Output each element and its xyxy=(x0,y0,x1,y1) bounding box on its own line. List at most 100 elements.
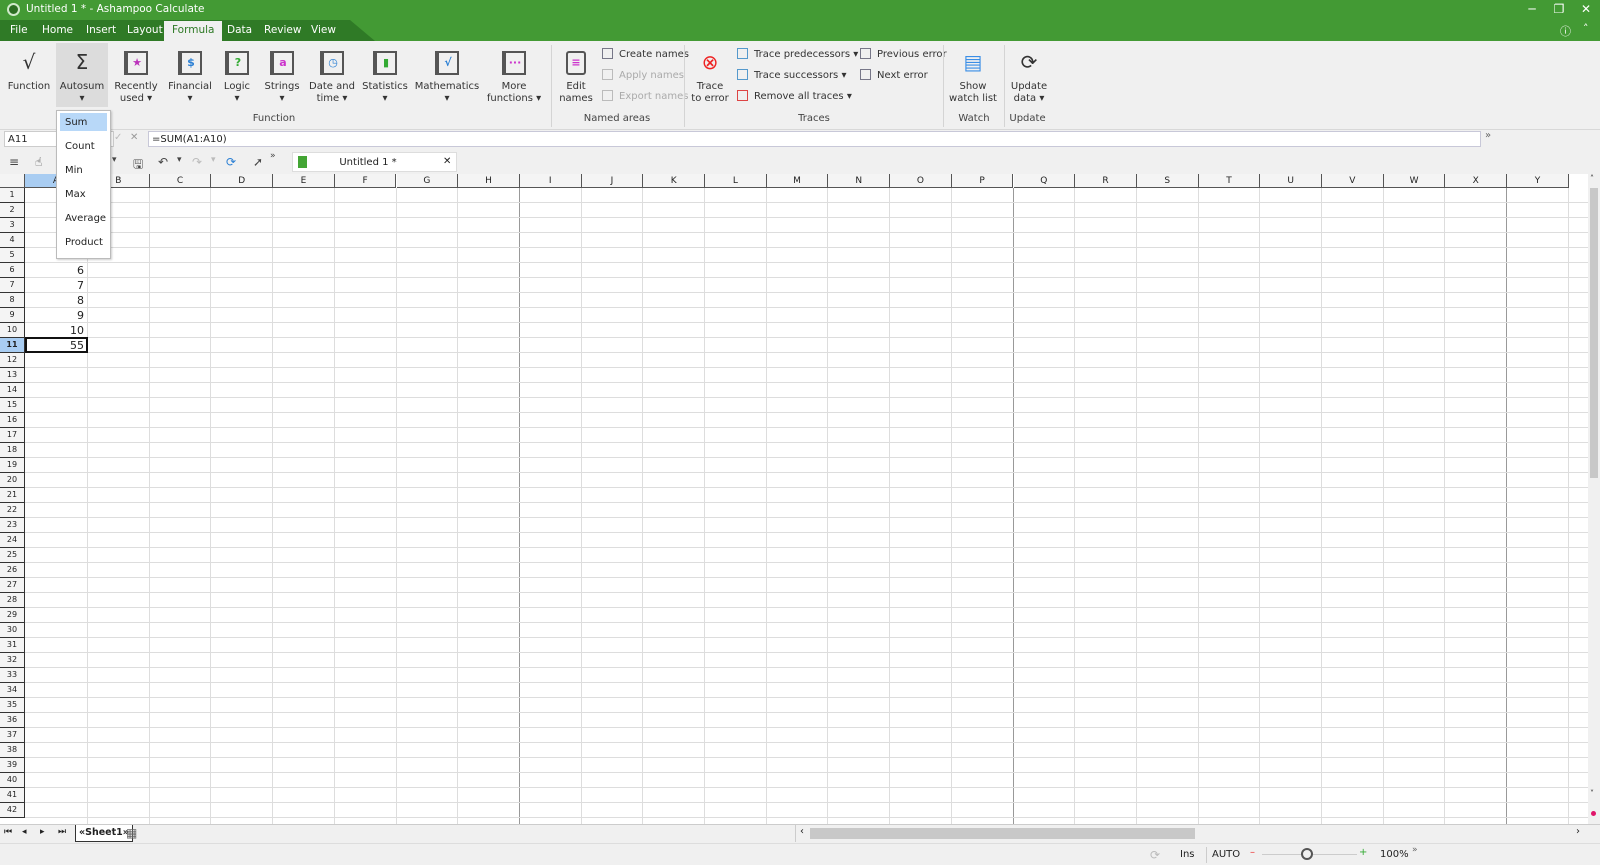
row-header-34[interactable]: 34 xyxy=(0,683,25,698)
column-header-Y[interactable]: Y xyxy=(1507,174,1569,188)
row-header-15[interactable]: 15 xyxy=(0,398,25,413)
date-and-button[interactable]: ◷ Date and time ▾ xyxy=(306,47,358,105)
column-header-C[interactable]: C xyxy=(149,174,212,188)
strings-button[interactable]: a Strings ▾ xyxy=(260,47,304,105)
hand-icon[interactable]: ☝ xyxy=(35,155,42,169)
menu-file[interactable]: File xyxy=(10,24,28,36)
autosum-item-min[interactable]: Min xyxy=(60,161,107,179)
row-header-33[interactable]: 33 xyxy=(0,668,25,683)
accept-icon[interactable]: ✓ xyxy=(114,132,122,143)
column-header-J[interactable]: J xyxy=(581,174,644,188)
horizontal-scrollbar[interactable]: ‹ › xyxy=(795,825,1588,842)
vertical-scroll-thumb[interactable] xyxy=(1590,188,1598,478)
more-tools-icon[interactable]: » xyxy=(270,151,276,161)
mathematics-button[interactable]: √ Mathematics ▾ xyxy=(414,47,480,105)
redo-dropdown-icon[interactable]: ▾ xyxy=(211,155,216,165)
cell-A10[interactable]: 10 xyxy=(25,323,88,338)
row-header-23[interactable]: 23 xyxy=(0,518,25,533)
document-tab[interactable]: Untitled 1 * ✕ xyxy=(292,152,457,172)
menu-layout[interactable]: Layout xyxy=(127,24,163,36)
sheet-tab-sheet1[interactable]: «Sheet1» xyxy=(75,825,133,842)
autosum-item-average[interactable]: Average xyxy=(60,209,107,227)
column-header-M[interactable]: M xyxy=(766,174,829,188)
column-header-F[interactable]: F xyxy=(334,174,397,188)
row-header-42[interactable]: 42 xyxy=(0,803,25,818)
column-header-U[interactable]: U xyxy=(1260,174,1322,188)
close-tab-icon[interactable]: ✕ xyxy=(443,156,451,167)
dropdown-arrow-icon[interactable]: ▾ xyxy=(112,155,117,165)
create-names-button[interactable]: Create names xyxy=(602,48,689,60)
autosum-item-max[interactable]: Max xyxy=(60,185,107,203)
row-header-14[interactable]: 14 xyxy=(0,383,25,398)
recalc-icon[interactable]: ⟳ xyxy=(1150,848,1160,862)
financial-button[interactable]: $ Financial ▾ xyxy=(164,47,216,105)
undo-icon[interactable]: ↶ xyxy=(158,155,168,169)
row-header-28[interactable]: 28 xyxy=(0,593,25,608)
spreadsheet-grid[interactable]: ABCDEFGHIJKLMNOPQRSTUVWXY123456789101112… xyxy=(0,174,1588,824)
column-header-I[interactable]: I xyxy=(519,174,582,188)
close-button[interactable]: ✕ xyxy=(1576,2,1596,16)
vertical-scrollbar[interactable]: ˄ ˅ xyxy=(1588,174,1600,824)
scroll-left-icon[interactable]: ‹ xyxy=(800,826,804,837)
cell-A6[interactable]: 6 xyxy=(25,263,88,278)
minimize-button[interactable]: ─ xyxy=(1522,2,1542,16)
row-header-25[interactable]: 25 xyxy=(0,548,25,563)
row-header-16[interactable]: 16 xyxy=(0,413,25,428)
row-header-24[interactable]: 24 xyxy=(0,533,25,548)
row-header-9[interactable]: 9 xyxy=(0,308,25,323)
next-error-button[interactable]: Next error xyxy=(860,69,928,81)
row-header-39[interactable]: 39 xyxy=(0,758,25,773)
column-header-G[interactable]: G xyxy=(396,174,459,188)
logic-button[interactable]: ? Logic ▾ xyxy=(220,47,254,105)
collapse-ribbon-icon[interactable]: ˄ xyxy=(1583,22,1589,35)
column-header-X[interactable]: X xyxy=(1445,174,1508,188)
cell-A8[interactable]: 8 xyxy=(25,293,88,308)
row-header-13[interactable]: 13 xyxy=(0,368,25,383)
trace-successors-button[interactable]: Trace successors ▾ xyxy=(737,69,846,81)
menu-view[interactable]: View xyxy=(311,24,336,36)
column-header-L[interactable]: L xyxy=(705,174,767,188)
last-sheet-icon[interactable]: ⏭ xyxy=(58,827,66,837)
column-header-O[interactable]: O xyxy=(890,174,952,188)
row-header-37[interactable]: 37 xyxy=(0,728,25,743)
menu-formula[interactable]: Formula xyxy=(164,21,223,41)
column-header-S[interactable]: S xyxy=(1136,174,1199,188)
insert-mode[interactable]: Ins xyxy=(1180,849,1195,860)
row-header-27[interactable]: 27 xyxy=(0,578,25,593)
formula-input[interactable]: =SUM(A1:A10) xyxy=(148,131,1481,147)
show-watch-list-button[interactable]: ▤ Show watch list xyxy=(948,47,998,105)
row-header-29[interactable]: 29 xyxy=(0,608,25,623)
column-header-E[interactable]: E xyxy=(273,174,335,188)
row-header-7[interactable]: 7 xyxy=(0,278,25,293)
row-header-36[interactable]: 36 xyxy=(0,713,25,728)
column-header-Q[interactable]: Q xyxy=(1013,174,1076,188)
menu-insert[interactable]: Insert xyxy=(86,24,116,36)
edit-names-button[interactable]: ≡ Edit names xyxy=(558,47,594,105)
autosum-item-sum[interactable]: Sum xyxy=(60,113,107,131)
scroll-up-icon[interactable]: ˄ xyxy=(1590,174,1594,183)
row-header-12[interactable]: 12 xyxy=(0,353,25,368)
save-icon[interactable]: 🖫 xyxy=(133,155,143,176)
row-header-8[interactable]: 8 xyxy=(0,293,25,308)
redo-icon[interactable]: ↷ xyxy=(192,155,202,169)
update-data-button[interactable]: ⟳ Update data ▾ xyxy=(1008,47,1050,105)
column-header-H[interactable]: H xyxy=(458,174,520,188)
add-sheet-icon[interactable]: ▦ xyxy=(126,826,137,840)
calc-mode[interactable]: AUTO xyxy=(1212,849,1240,860)
help-icon[interactable]: ⓘ xyxy=(1560,23,1571,39)
row-header-3[interactable]: 3 xyxy=(0,218,25,233)
column-header-V[interactable]: V xyxy=(1322,174,1384,188)
row-header-19[interactable]: 19 xyxy=(0,458,25,473)
row-header-6[interactable]: 6 xyxy=(0,263,25,278)
expand-formula-icon[interactable]: » xyxy=(1485,130,1491,141)
row-header-17[interactable]: 17 xyxy=(0,428,25,443)
column-header-D[interactable]: D xyxy=(211,174,274,188)
row-header-26[interactable]: 26 xyxy=(0,563,25,578)
row-header-32[interactable]: 32 xyxy=(0,653,25,668)
first-sheet-icon[interactable]: ⏮ xyxy=(4,827,12,837)
next-sheet-icon[interactable]: ▸ xyxy=(40,827,45,837)
zoom-level[interactable]: 100% xyxy=(1380,849,1409,860)
export-names-button[interactable]: Export names xyxy=(602,90,688,102)
cell-A9[interactable]: 9 xyxy=(25,308,88,323)
cancel-icon[interactable]: ✕ xyxy=(130,132,138,143)
